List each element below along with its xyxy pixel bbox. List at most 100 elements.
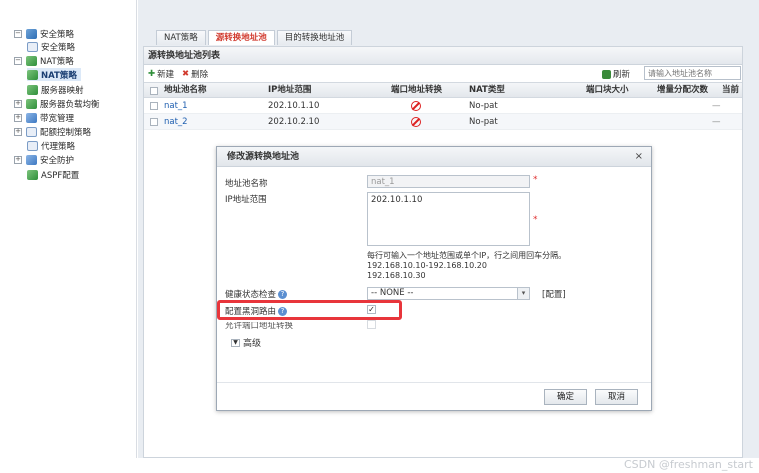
table-header: 地址池名称 IP地址范围 端口地址转换 NAT类型 端口块大小 增量分配次数 当… [144, 82, 742, 98]
tree-item-server-mapping[interactable]: 服务器映射 [27, 83, 84, 96]
page-icon [27, 41, 38, 52]
tab-nat-policy[interactable]: NAT策略 [156, 30, 206, 45]
ok-button[interactable]: 确定 [544, 389, 587, 405]
health-check-label: 健康状态检查? [225, 288, 288, 300]
tree-item-proxy-policy[interactable]: 代理策略 [27, 139, 75, 152]
column-header-block-size[interactable]: 端口块大小 [586, 83, 629, 98]
protection-icon [26, 154, 37, 165]
ip-range-label: IP地址范围 [225, 195, 267, 205]
ip-range-hint: 每行可输入一个地址范围或单个IP，行之间用回车分隔。 [367, 251, 567, 260]
expand-icon[interactable]: + [14, 113, 22, 122]
tree-item-nat-policy-group[interactable]: − NAT策略 [14, 54, 74, 67]
security-policy-icon [26, 28, 37, 39]
tree-item-label: 安全防护 [40, 155, 75, 166]
pool-name-label: 地址池名称 [225, 179, 268, 189]
expand-icon[interactable]: + [14, 155, 22, 164]
refresh-button-label: 刷新 [613, 70, 631, 80]
cancel-button[interactable]: 取消 [595, 389, 638, 405]
increment-cell: — [712, 117, 721, 127]
help-icon[interactable]: ? [278, 290, 288, 299]
column-header-current[interactable]: 当前 [722, 83, 739, 98]
tree-item-security-policy[interactable]: 安全策略 [27, 40, 75, 53]
tab-bar: NAT策略 源转换地址池 目的转换地址池 [156, 30, 354, 45]
tab-destination-pool[interactable]: 目的转换地址池 [276, 30, 353, 45]
navigation-tree: − 安全策略 安全策略 − NAT策略 NAT策略 服务器映射 + 服务器负载均… [0, 0, 137, 458]
tree-item-security-protection[interactable]: + 安全防护 [14, 153, 74, 166]
tree-item-label: 安全策略 [40, 29, 75, 40]
chevron-down-icon: ▼ [231, 338, 240, 347]
collapse-icon[interactable]: − [14, 56, 22, 65]
new-button[interactable]: ✚ 新建 [148, 68, 174, 80]
new-button-label: 新建 [157, 70, 175, 80]
health-check-value: -- NONE -- [371, 288, 414, 298]
expand-icon[interactable]: + [14, 99, 22, 108]
allow-pat-checkbox[interactable] [367, 320, 376, 329]
aspf-icon [27, 169, 38, 180]
dialog-footer: 确定 取消 [217, 382, 651, 410]
plus-icon: ✚ [148, 69, 156, 79]
ip-range-example: 192.168.10.30 [367, 271, 426, 280]
health-check-select[interactable]: -- NONE -- ▾ [367, 287, 530, 300]
tree-item-security-policy-group[interactable]: − 安全策略 [14, 27, 74, 40]
allow-pat-label: 允许端口地址转换 [225, 321, 294, 331]
advanced-label: 高级 [243, 339, 262, 349]
delete-button-label: 删除 [191, 70, 209, 80]
tree-item-server-load-balance[interactable]: + 服务器负载均衡 [14, 97, 100, 110]
ip-range-example: 192.168.10.10-192.168.10.20 [367, 261, 487, 270]
dialog-header: 修改源转换地址池 × [217, 147, 651, 167]
toolbar: ✚ 新建 ✖ 删除 刷新 [144, 65, 742, 82]
tree-item-label: 配额控制策略 [40, 127, 92, 138]
ip-range-textarea[interactable]: 202.10.1.10 [367, 192, 530, 246]
advanced-toggle[interactable]: ▼ 高级 [231, 336, 261, 349]
select-all-checkbox[interactable] [150, 87, 158, 95]
row-checkbox[interactable] [150, 118, 158, 126]
collapse-icon[interactable]: − [14, 29, 22, 38]
disabled-icon [411, 101, 421, 111]
column-header-ip[interactable]: IP地址范围 [268, 83, 311, 98]
table-row[interactable]: nat_1 202.10.1.10 No-pat — [144, 98, 742, 114]
expand-icon[interactable]: + [14, 127, 22, 136]
close-icon[interactable]: × [635, 147, 643, 167]
health-config-link[interactable]: [配置] [542, 288, 566, 300]
tree-item-nat-policy[interactable]: NAT策略 [27, 68, 81, 81]
watermark: CSDN @freshman_start [623, 458, 753, 471]
ip-range-cell: 202.10.1.10 [268, 101, 320, 111]
tree-item-label: 服务器负载均衡 [40, 99, 100, 110]
pool-name-link[interactable]: nat_1 [164, 98, 188, 114]
tree-item-bandwidth[interactable]: + 带宽管理 [14, 111, 74, 124]
proxy-icon [27, 140, 38, 151]
row-checkbox[interactable] [150, 102, 158, 110]
table-row[interactable]: nat_2 202.10.2.10 No-pat — [144, 114, 742, 130]
column-header-nat-type[interactable]: NAT类型 [469, 83, 505, 98]
nat-type-cell: No-pat [469, 117, 498, 127]
required-mark: * [533, 215, 538, 225]
nat-type-cell: No-pat [469, 101, 498, 111]
column-header-name[interactable]: 地址池名称 [164, 83, 207, 98]
tree-item-aspf[interactable]: ASPF配置 [27, 168, 79, 181]
server-mapping-icon [27, 84, 38, 95]
edit-pool-dialog: 修改源转换地址池 × 地址池名称 * IP地址范围 202.10.1.10 * … [216, 146, 652, 411]
nat-policy-icon [26, 55, 37, 66]
delete-button[interactable]: ✖ 删除 [182, 68, 208, 80]
load-balance-icon [26, 98, 37, 109]
nat-policy-icon [27, 69, 38, 80]
tab-source-pool[interactable]: 源转换地址池 [207, 30, 275, 45]
tree-item-label: NAT策略 [40, 56, 74, 67]
pool-name-link[interactable]: nat_2 [164, 114, 188, 130]
pool-search-input[interactable] [644, 66, 741, 80]
ip-range-cell: 202.10.2.10 [268, 117, 320, 127]
tree-item-label: 代理策略 [41, 141, 76, 152]
quota-icon [26, 126, 37, 137]
health-check-label-text: 健康状态检查 [225, 290, 277, 300]
tree-item-label: NAT策略 [41, 70, 77, 81]
column-header-increment[interactable]: 增量分配次数 [657, 83, 708, 98]
tree-item-label: 安全策略 [41, 42, 76, 53]
refresh-icon [602, 69, 611, 79]
panel-title: 源转换地址池列表 [144, 47, 742, 65]
increment-cell: — [712, 101, 721, 111]
pool-name-field[interactable] [367, 175, 530, 188]
refresh-button[interactable]: 刷新 [602, 68, 630, 80]
tree-item-quota-control[interactable]: + 配额控制策略 [14, 125, 91, 138]
tree-item-label: 服务器映射 [41, 85, 84, 96]
column-header-pat[interactable]: 端口地址转换 [391, 83, 442, 98]
